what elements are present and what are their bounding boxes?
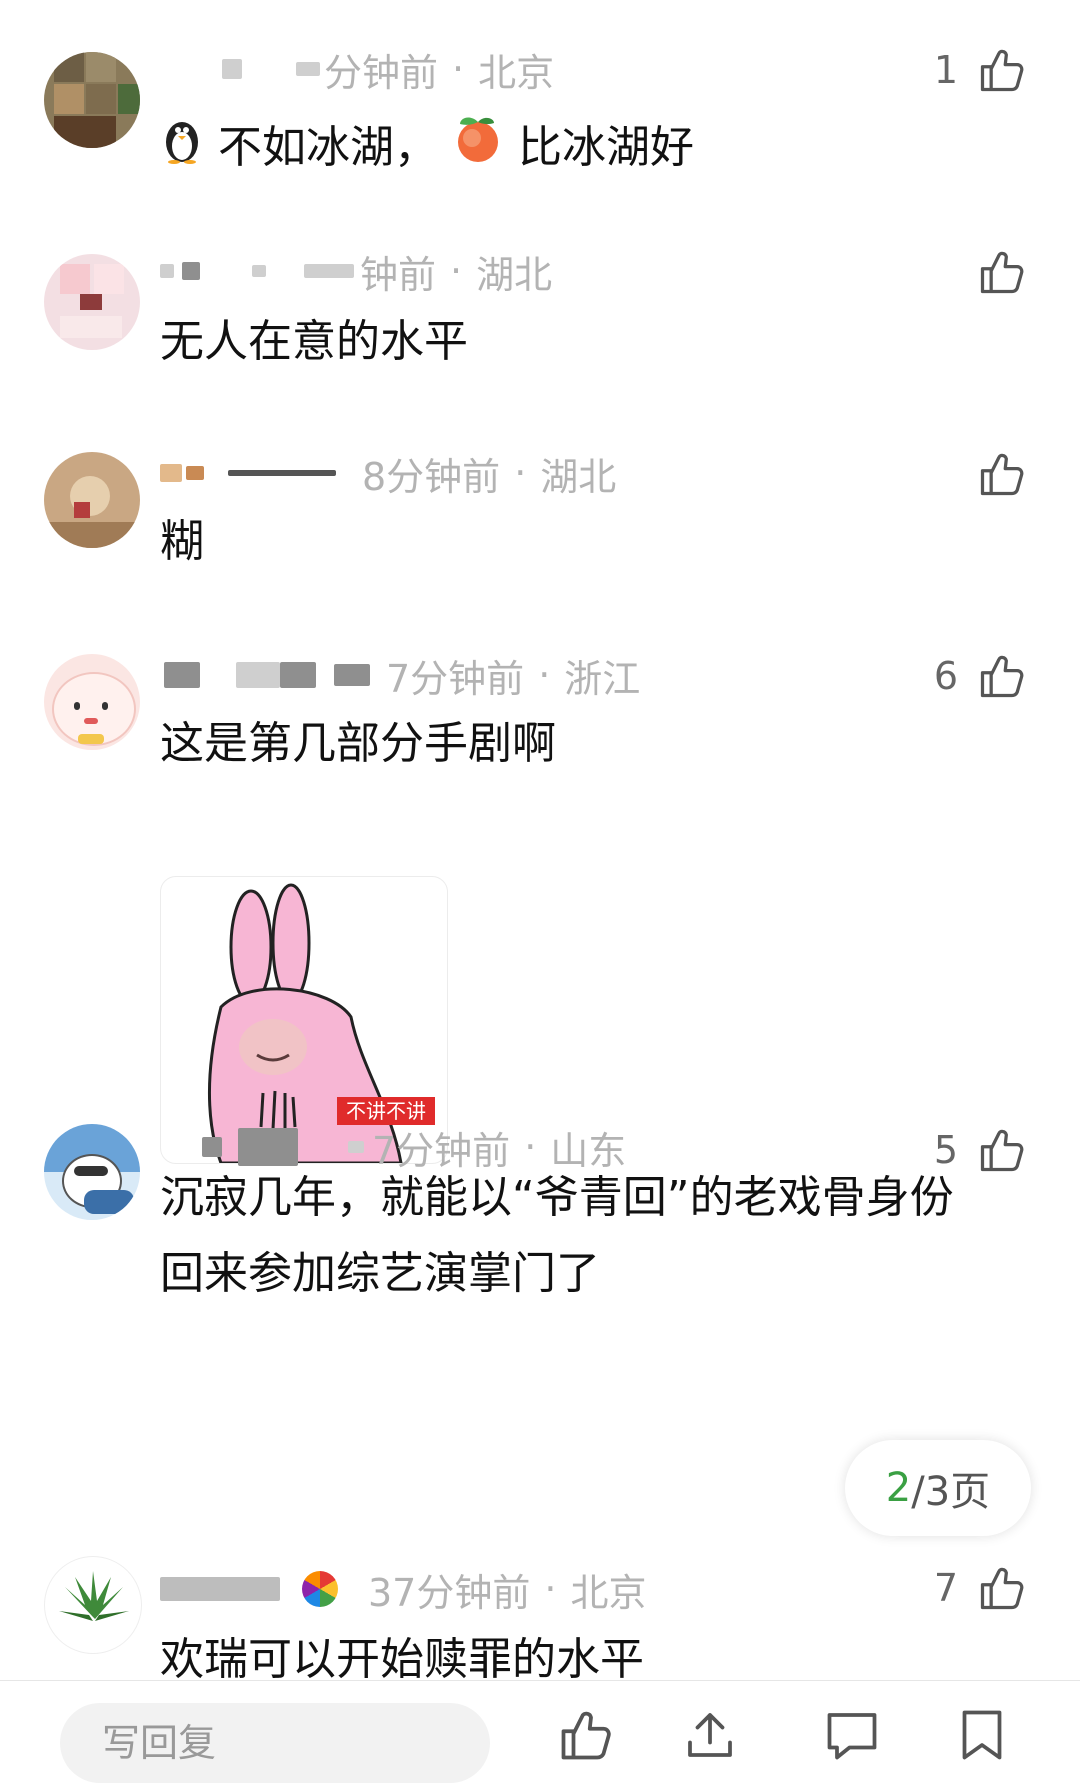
share-icon[interactable]: [680, 1705, 740, 1765]
comment-text: 沉寂几年，就能以“爷青回”的老戏骨身份 回来参加综艺演掌门了: [160, 1160, 1020, 1312]
comment-location: 北京: [478, 50, 555, 95]
comment-meta: 8分钟前 · 湖北: [160, 448, 617, 499]
avatar[interactable]: [44, 1556, 142, 1654]
separator: ·: [544, 1567, 557, 1611]
thumbs-up-icon: [976, 650, 1028, 702]
comment-icon[interactable]: [822, 1705, 882, 1765]
thumbs-up-icon: [976, 1124, 1028, 1176]
comment-meta: 分钟前 · 北京: [160, 44, 555, 95]
peach-emoji-icon: [452, 112, 504, 188]
avatar[interactable]: [44, 254, 140, 350]
avatar[interactable]: [44, 654, 140, 750]
comment-text: 不如冰湖， 比冰湖好: [160, 110, 1020, 188]
bottom-action-bar: 写回复: [0, 1680, 1080, 1783]
comment-location: 北京: [570, 1570, 647, 1615]
comment-text: 这是第几部分手剧啊: [160, 718, 556, 769]
comment-time: 37分钟前: [368, 1570, 531, 1615]
thumbs-up-icon: [976, 246, 1028, 298]
current-page: 2: [885, 1465, 912, 1511]
comment-meta: 7分钟前 · 浙江: [160, 650, 641, 701]
reply-input[interactable]: 写回复: [60, 1703, 490, 1783]
comment-text-line: 沉寂几年，就能以“爷青回”的老戏骨身份: [160, 1172, 954, 1223]
page-indicator[interactable]: 2 /3页: [845, 1440, 1031, 1536]
avatar[interactable]: [44, 52, 140, 148]
comment-location: 湖北: [476, 252, 553, 297]
like-count: 7: [933, 1566, 958, 1610]
comment-text-part: 不如冰湖，: [218, 122, 438, 173]
penguin-emoji-icon: [160, 112, 204, 188]
like-count: 6: [933, 654, 958, 698]
comment-location: 浙江: [564, 656, 641, 701]
plant-avatar-image: [59, 1571, 129, 1621]
comment-time: 8分钟前: [362, 454, 501, 499]
comment-meta: 37分钟前 · 北京: [160, 1564, 647, 1615]
comment-text-part: 比冰湖好: [518, 122, 694, 173]
badge-icon: [302, 1571, 338, 1607]
thumbs-up-icon: [976, 1562, 1028, 1614]
avatar[interactable]: [44, 1124, 140, 1220]
comment-time: 7分钟前: [386, 656, 525, 701]
bookmark-icon[interactable]: [952, 1705, 1012, 1765]
thumbs-up-icon: [976, 448, 1028, 500]
total-pages: /3页: [911, 1469, 991, 1515]
comment-text: 无人在意的水平: [160, 316, 468, 367]
thumbs-up-icon: [976, 44, 1028, 96]
comment-time: 钟前: [360, 252, 437, 297]
like-button[interactable]: 1: [934, 40, 1028, 100]
avatar[interactable]: [44, 452, 140, 548]
separator: ·: [538, 653, 551, 697]
like-button[interactable]: [958, 444, 1028, 504]
separator: ·: [452, 47, 465, 91]
like-count: 5: [933, 1128, 958, 1172]
comment-text-line: 回来参加综艺演掌门了: [160, 1248, 600, 1299]
comment-time: 分钟前: [324, 50, 439, 95]
like-count: 1: [933, 48, 958, 92]
separator: ·: [450, 249, 463, 293]
separator: ·: [514, 451, 527, 495]
like-button[interactable]: 7: [934, 1558, 1028, 1618]
like-button[interactable]: [958, 242, 1028, 302]
comment-text: 糊: [160, 516, 204, 567]
thumbs-up-icon[interactable]: [556, 1705, 616, 1765]
comment-location: 湖北: [540, 454, 617, 499]
comment-meta: 钟前 · 湖北: [160, 246, 553, 297]
like-button[interactable]: 6: [934, 646, 1028, 706]
like-button[interactable]: 5: [934, 1120, 1028, 1180]
